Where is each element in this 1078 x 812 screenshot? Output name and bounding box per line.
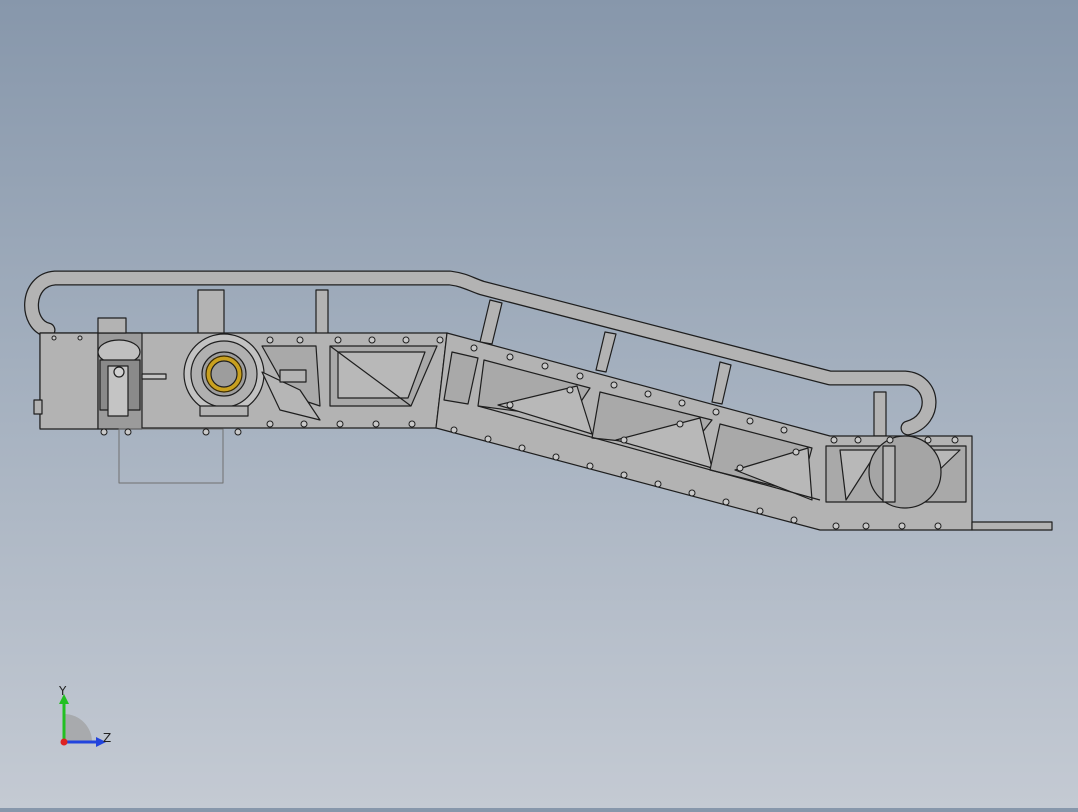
pit-outline	[118, 428, 224, 484]
landing-plate[interactable]	[971, 521, 1053, 531]
orientation-triad[interactable]: Y Z	[50, 684, 120, 756]
graphics-viewport[interactable]	[0, 0, 1078, 808]
escalator-model[interactable]	[0, 0, 1078, 808]
triad-y-label: Y	[59, 684, 67, 698]
triad-z-label: Z	[103, 731, 112, 745]
x-axis-dot	[60, 738, 68, 746]
